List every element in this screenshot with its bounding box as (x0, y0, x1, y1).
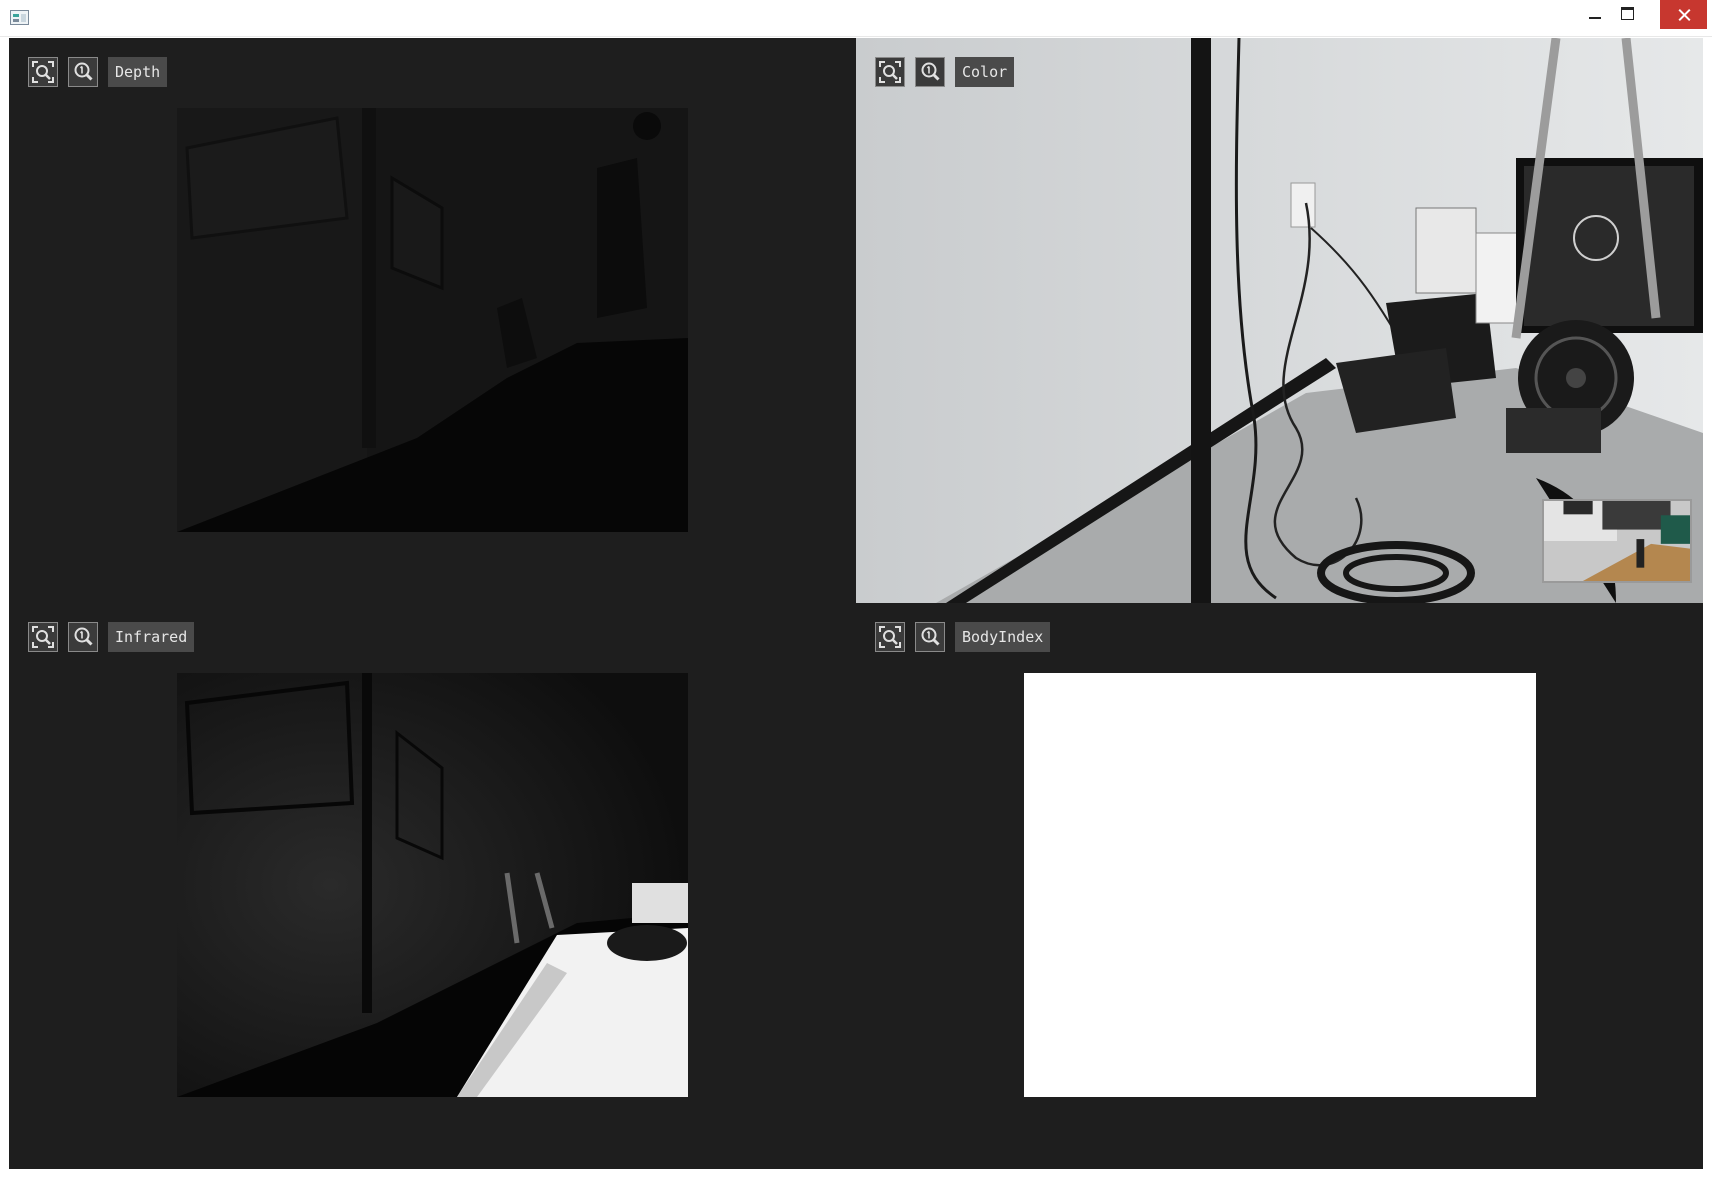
infrared-fit-button[interactable] (28, 622, 58, 652)
depth-stream-label: Depth (108, 57, 168, 87)
infrared-actual-size-button[interactable] (68, 622, 98, 652)
infrared-stream-label: Infrared (108, 622, 195, 652)
title-bar (0, 0, 1712, 37)
close-button[interactable] (1660, 0, 1707, 29)
minimize-button[interactable] (1580, 0, 1614, 29)
bodyindex-frame[interactable] (1024, 673, 1536, 1097)
color-fit-button[interactable] (875, 57, 905, 87)
color-panel: Color (856, 38, 1703, 603)
fit-to-view-icon (32, 626, 54, 648)
depth-frame[interactable] (177, 108, 688, 532)
viewer-client-area: Depth Color Infrared BodyIndex (9, 38, 1703, 1169)
maximize-button[interactable] (1611, 0, 1645, 29)
fit-to-view-icon (32, 61, 54, 83)
depth-panel: Depth (9, 38, 856, 603)
actual-size-zoom-icon (74, 627, 93, 646)
bodyindex-stream-label: BodyIndex (955, 622, 1051, 652)
depth-actual-size-button[interactable] (68, 57, 98, 87)
infrared-frame[interactable] (177, 673, 688, 1097)
fit-to-view-icon (879, 626, 901, 648)
color-frame[interactable] (856, 38, 1703, 603)
app-window-icon[interactable] (10, 10, 29, 25)
fit-to-view-icon (879, 61, 901, 83)
bodyindex-panel: BodyIndex (856, 603, 1703, 1168)
bodyindex-actual-size-button[interactable] (915, 622, 945, 652)
color-stream-label: Color (955, 57, 1015, 87)
bodyindex-fit-button[interactable] (875, 622, 905, 652)
infrared-panel: Infrared (9, 603, 856, 1168)
actual-size-zoom-icon (921, 62, 940, 81)
color-actual-size-button[interactable] (915, 57, 945, 87)
color-minimap[interactable] (1542, 499, 1692, 583)
depth-fit-button[interactable] (28, 57, 58, 87)
actual-size-zoom-icon (74, 62, 93, 81)
actual-size-zoom-icon (921, 627, 940, 646)
